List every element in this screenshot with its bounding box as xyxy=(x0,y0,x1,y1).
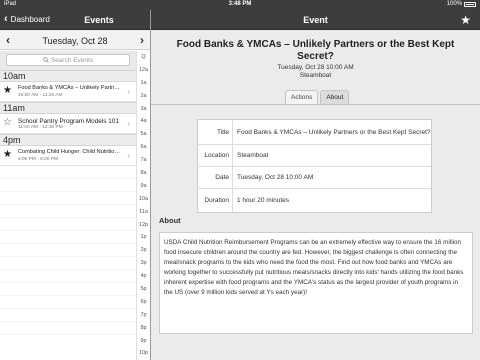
battery-percent: 100% xyxy=(446,1,462,7)
index-entry[interactable]: 11a xyxy=(137,206,150,219)
detail-row-date: Date Tuesday, Oct 28 10:00 AM xyxy=(198,167,431,189)
detail-label: Title xyxy=(198,120,233,144)
event-item-time: 11:00 AM - 12:30 PM xyxy=(18,125,63,130)
index-entry[interactable]: 9p xyxy=(137,335,150,348)
index-entry[interactable]: 8a xyxy=(137,167,150,180)
detail-label: Location xyxy=(198,145,233,166)
event-location: Steamboat xyxy=(299,72,332,79)
battery-icon xyxy=(464,1,476,7)
search-bar: Search Events xyxy=(0,51,136,70)
date-selector: ‹ Tuesday, Oct 28 › xyxy=(0,31,150,50)
index-entry[interactable]: 6p xyxy=(137,296,150,309)
index-entry[interactable]: 2p xyxy=(137,244,150,257)
search-input[interactable]: Search Events xyxy=(6,54,130,66)
empty-list-area xyxy=(0,166,136,336)
index-entry[interactable]: 5a xyxy=(137,128,150,141)
index-entry[interactable]: 6a xyxy=(137,141,150,154)
index-entry[interactable]: 4a xyxy=(137,115,150,128)
tab-actions[interactable]: Actions xyxy=(285,90,319,104)
star-icon[interactable]: ★ xyxy=(460,14,471,26)
index-entry[interactable]: 5p xyxy=(137,283,150,296)
star-outline-icon[interactable]: ☆ xyxy=(3,118,12,128)
index-entry[interactable]: 2a xyxy=(137,90,150,103)
tab-underline xyxy=(151,104,480,105)
index-entry[interactable]: 12a xyxy=(137,64,150,77)
time-index-bar[interactable]: Q 12a 1a 2a 3a 4a 5a 6a 7a 8a 9a 10a 11a 12p 1p 2p 3p 4p 5… xyxy=(136,51,150,360)
about-description: USDA Child Nutrition Reimbursement Progr… xyxy=(159,232,473,334)
index-entry[interactable]: 8p xyxy=(137,322,150,335)
detail-row-location: Location Steamboat xyxy=(198,145,431,167)
about-heading: About xyxy=(159,216,181,225)
chevron-right-icon: › xyxy=(127,119,130,128)
events-list: 10am ★ Food Banks & YMCAs – Unlikely Partn… xyxy=(0,70,136,336)
chevron-right-icon: › xyxy=(127,151,130,160)
detail-label: Date xyxy=(198,167,233,188)
star-filled-icon[interactable]: ★ xyxy=(3,86,12,96)
index-entry[interactable]: 10p xyxy=(137,347,150,360)
event-item-title: Food Banks & YMCAs – Unlikely Partner... xyxy=(18,85,122,91)
event-list-item[interactable]: ★ Food Banks & YMCAs – Unlikely Partner..… xyxy=(0,82,136,102)
event-nav-bar: Event ★ xyxy=(151,10,480,30)
section-header: 4pm xyxy=(0,134,136,146)
star-filled-icon[interactable]: ★ xyxy=(3,150,12,160)
event-item-time: 4:00 PM - 6:00 PM xyxy=(18,157,58,162)
event-datetime: Tuesday, Oct 28 10:00 AM xyxy=(277,64,354,71)
search-placeholder: Search Events xyxy=(50,56,94,64)
event-list-item[interactable]: ☆ School Pantry Program Models 101 11:00 A… xyxy=(0,114,136,134)
event-item-time: 10:00 AM - 11:20 AM xyxy=(18,93,63,98)
index-entry[interactable]: 3p xyxy=(137,257,150,270)
event-title: Event xyxy=(303,15,328,25)
status-bar: iPad 3:48 PM 100% xyxy=(0,0,480,10)
index-entry[interactable]: 7a xyxy=(137,154,150,167)
chevron-left-icon: ‹ xyxy=(4,13,8,25)
index-entry[interactable]: 3a xyxy=(137,103,150,116)
section-header: 11am xyxy=(0,102,136,114)
detail-value: Tuesday, Oct 28 10:00 AM xyxy=(237,174,314,181)
index-entry[interactable]: 1p xyxy=(137,231,150,244)
events-title: Events xyxy=(84,15,114,25)
event-item-title: School Pantry Program Models 101 xyxy=(18,118,119,125)
section-header: 10am xyxy=(0,70,136,82)
detail-value: Steamboat xyxy=(237,152,269,159)
detail-label: Duration xyxy=(198,189,233,212)
battery-indicator: 100% xyxy=(447,1,476,7)
event-list-item[interactable]: ★ Combating Child Hunger: Child Nutrition… xyxy=(0,146,136,166)
events-nav-bar: ‹ Dashboard Events xyxy=(0,10,150,30)
index-entry[interactable]: 10a xyxy=(137,193,150,206)
detail-tabs: Actions About xyxy=(285,90,350,104)
index-entry[interactable]: 4p xyxy=(137,270,150,283)
tab-about[interactable]: About xyxy=(320,90,350,104)
index-entry[interactable]: Q xyxy=(137,51,150,64)
index-entry[interactable]: 12p xyxy=(137,219,150,232)
index-entry[interactable]: 9a xyxy=(137,180,150,193)
event-heading: Food Banks & YMCAs – Unlikely Partners o… xyxy=(176,39,455,62)
detail-value: Food Banks & YMCAs – Unlikely Partners o… xyxy=(237,128,431,136)
detail-table: Title Food Banks & YMCAs – Unlikely Part… xyxy=(197,119,432,213)
current-date: Tuesday, Oct 28 xyxy=(42,36,108,46)
events-list-panel: ‹ Tuesday, Oct 28 › Search Events Q 12a 1a… xyxy=(0,31,150,360)
event-item-title: Combating Child Hunger: Child Nutrition.… xyxy=(18,149,122,155)
index-entry[interactable]: 1a xyxy=(137,77,150,90)
index-entry[interactable]: 7p xyxy=(137,309,150,322)
search-icon xyxy=(43,57,49,63)
status-time: 3:48 PM xyxy=(228,1,252,7)
detail-row-title: Title Food Banks & YMCAs – Unlikely Part… xyxy=(198,120,431,145)
chevron-right-icon[interactable]: › xyxy=(140,33,144,47)
chevron-right-icon: › xyxy=(127,87,130,96)
detail-row-duration: Duration 1 hour 20 minutes xyxy=(198,189,431,212)
detail-value: 1 hour 20 minutes xyxy=(237,197,290,204)
event-detail-panel: Food Banks & YMCAs – Unlikely Partners o… xyxy=(151,31,480,360)
